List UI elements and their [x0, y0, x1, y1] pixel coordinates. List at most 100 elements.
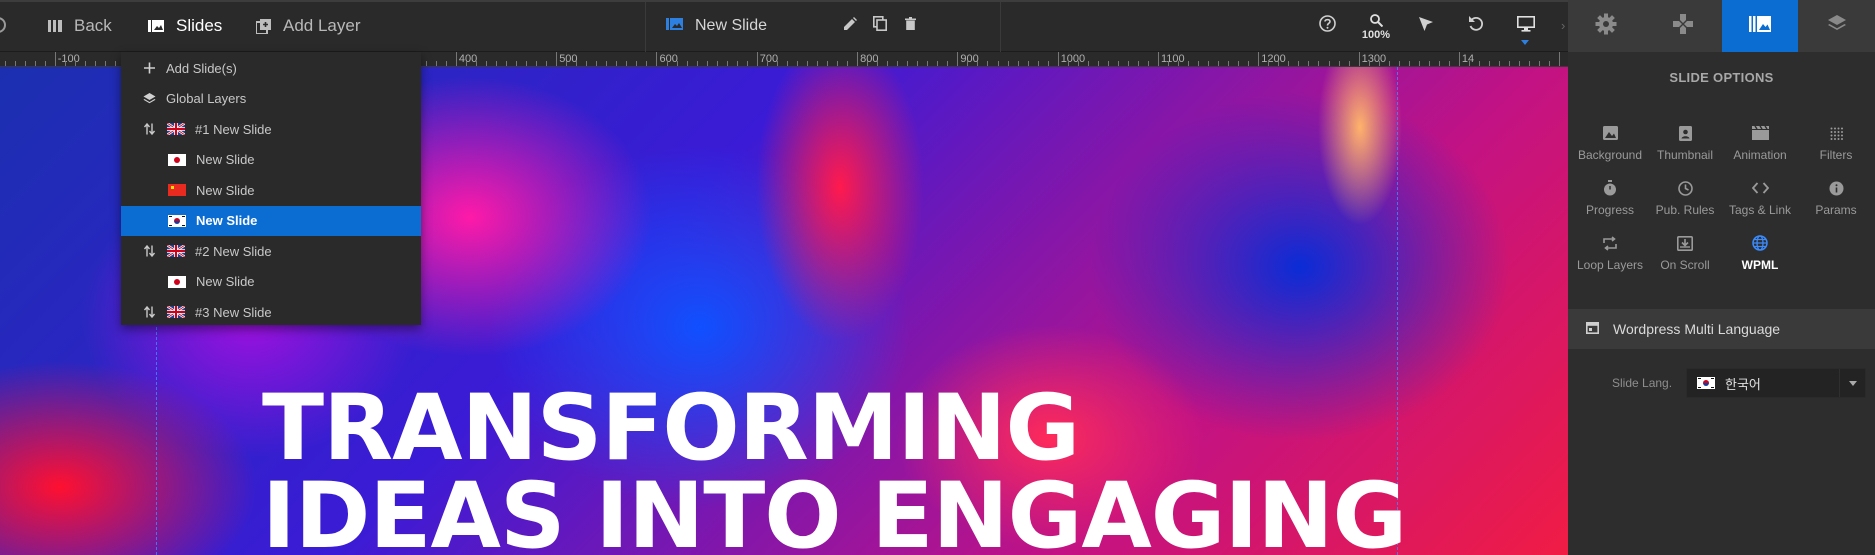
ruler-tick [1389, 61, 1390, 66]
undo-button[interactable] [1461, 0, 1491, 52]
ruler-tick [1359, 52, 1360, 66]
slide-option-tags-link[interactable]: Tags & Link [1722, 177, 1798, 227]
slide-menu-item[interactable]: Global Layers [121, 84, 421, 115]
delete-slide-button[interactable] [895, 0, 925, 52]
help-button[interactable] [1312, 0, 1342, 52]
panel-title: SLIDE OPTIONS [1669, 70, 1774, 85]
edit-slide-button[interactable] [835, 0, 865, 52]
slide-option-pub-rules[interactable]: Pub. Rules [1647, 177, 1723, 227]
ruler-tick [867, 61, 868, 66]
add-layer-button[interactable]: Add Layer [256, 0, 361, 52]
slides-button[interactable]: Slides [148, 0, 222, 52]
ruler-label: 1300 [1361, 53, 1387, 65]
help-icon [1318, 15, 1336, 37]
sort-arrows-icon[interactable] [141, 123, 157, 136]
sort-arrows-icon[interactable] [141, 306, 157, 319]
layers-icon [141, 92, 157, 105]
ruler-tick [596, 61, 597, 66]
slide-option-background[interactable]: Background [1572, 122, 1648, 172]
ruler-tick [1298, 61, 1299, 66]
wpml-section-header[interactable]: Wordpress Multi Language [1568, 309, 1875, 349]
tab-slide-options[interactable] [1721, 0, 1799, 52]
uk-flag-icon [167, 245, 185, 258]
ruler-tick [877, 61, 878, 66]
slide-menu-item[interactable]: New Slide [121, 175, 421, 206]
sort-arrows-icon[interactable] [141, 245, 157, 258]
ruler-tick [1098, 61, 1099, 66]
slide-option-animation[interactable]: Animation [1722, 122, 1798, 172]
undo-icon [1468, 15, 1484, 37]
ruler-tick [1449, 61, 1450, 66]
ruler-tick [1559, 52, 1560, 66]
tab-module-settings[interactable] [1568, 0, 1645, 52]
slide-lang-select[interactable]: 한국어 [1686, 368, 1866, 398]
slide-menu-item[interactable]: #2 New Slide [121, 236, 421, 267]
slide-option-filters[interactable]: Filters [1798, 122, 1874, 172]
current-slide-title[interactable]: New Slide [666, 0, 767, 52]
ruler-tick [1439, 61, 1440, 66]
ruler-tick [807, 61, 808, 66]
ruler-tick [897, 61, 898, 66]
slide-option-thumbnail[interactable]: Thumbnail [1647, 122, 1723, 172]
slide-option-label: Loop Layers [1576, 258, 1644, 272]
select-tool-button[interactable] [1411, 0, 1441, 52]
korea-flag-icon [168, 214, 186, 227]
gamepad-icon [1672, 13, 1694, 40]
ruler-tick [1479, 61, 1480, 66]
slide-option-wpml[interactable]: WPML [1722, 232, 1798, 282]
code-icon [1722, 177, 1798, 199]
ruler-tick [1018, 61, 1019, 66]
add-layer-label: Add Layer [283, 16, 361, 35]
ruler-tick [927, 61, 928, 66]
slide-menu-item[interactable]: New Slide [121, 205, 421, 236]
slide-option-on-scroll[interactable]: On Scroll [1647, 232, 1723, 282]
ruler-tick [947, 61, 948, 66]
chevron-right-icon[interactable]: › [1561, 18, 1565, 33]
slide-option-loop-layers[interactable]: Loop Layers [1572, 232, 1648, 282]
image-icon [1572, 122, 1648, 144]
ruler-tick [1058, 52, 1059, 66]
ruler-tick [45, 61, 46, 66]
ruler-tick [677, 61, 678, 66]
ruler-tick [636, 61, 637, 66]
slide-menu-item[interactable]: Add Slide(s) [121, 53, 421, 84]
slide-menu-item[interactable]: New Slide [121, 267, 421, 298]
uk-flag-icon [167, 306, 185, 319]
gear-icon [1595, 13, 1617, 40]
ruler-tick [957, 52, 958, 66]
slide-option-label: Tags & Link [1728, 203, 1792, 217]
slide-menu-item[interactable]: New Slide [121, 145, 421, 176]
window-icon [1586, 321, 1599, 337]
chevron-down-icon [1839, 369, 1865, 397]
slide-menu-item[interactable]: #1 New Slide [121, 114, 421, 145]
back-button[interactable]: Back [48, 0, 112, 52]
slide-option-progress[interactable]: Progress [1572, 177, 1648, 227]
edge-circle-icon[interactable] [0, 17, 6, 33]
slide-option-params[interactable]: Params [1798, 177, 1874, 227]
slide-headline[interactable]: TRANSFORMING IDEAS INTO ENGAGING [262, 383, 1407, 555]
slide-option-label: Params [1815, 203, 1857, 217]
ruler-tick [616, 61, 617, 66]
download-box-icon [1647, 232, 1723, 254]
trash-icon [904, 17, 916, 35]
ruler-tick [1188, 61, 1189, 66]
tab-layer-options[interactable] [1798, 0, 1875, 52]
ruler-tick [1048, 61, 1049, 66]
clapper-icon [1722, 122, 1798, 144]
ruler-tick [787, 61, 788, 66]
slides-dropdown: Add Slide(s) Global Layers #1 New Slide New… [121, 52, 421, 325]
ruler-tick [5, 61, 6, 66]
zoom-control[interactable]: 100% [1356, 14, 1396, 41]
ruler-tick [566, 61, 567, 66]
ruler-label: 500 [559, 53, 578, 65]
headline-line-2: IDEAS INTO ENGAGING [262, 464, 1407, 555]
duplicate-slide-button[interactable] [865, 0, 895, 52]
ruler-tick [626, 61, 627, 66]
ruler-tick [646, 61, 647, 66]
japan-flag-icon [168, 275, 186, 288]
ruler-tick [456, 52, 457, 66]
ruler-tick [827, 61, 828, 66]
tab-navigation[interactable] [1645, 0, 1722, 52]
slide-menu-item[interactable]: #3 New Slide [121, 297, 421, 328]
ruler-tick [1228, 61, 1229, 66]
